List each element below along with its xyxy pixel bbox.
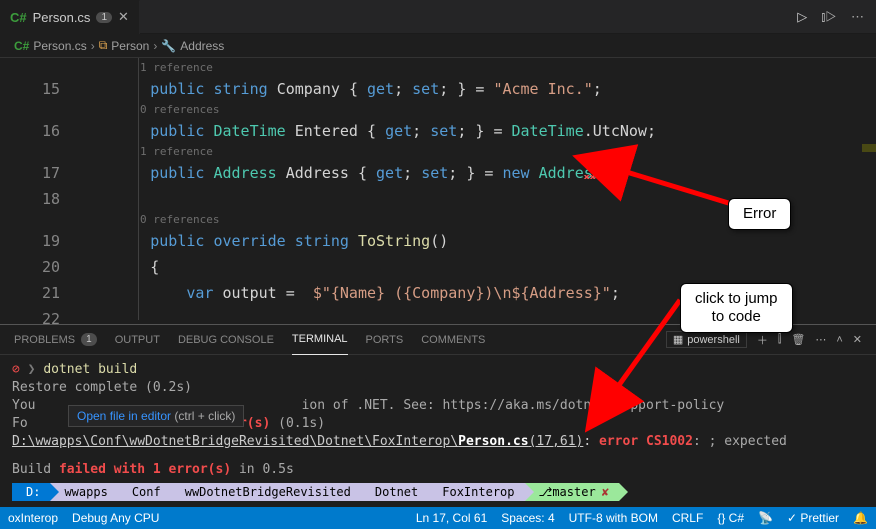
terminal-line: Build failed with 1 error(s) in 0.5s — [12, 461, 864, 479]
line-number: 21 — [0, 280, 78, 306]
code-line[interactable]: public string Company { get; set; } = "A… — [78, 76, 876, 102]
annotation-error: Error — [728, 198, 791, 230]
chevron-right-icon: › — [153, 39, 157, 53]
powerline-prompt: D: wwapps Conf wwDotnetBridgeRevisited D… — [12, 483, 864, 501]
panel-actions: ▦ powershell ＋ ⫿ 🗑 ⋯ ˄ ✕ — [666, 331, 862, 348]
tab-debug-console[interactable]: DEBUG CONSOLE — [178, 334, 274, 346]
code-content[interactable]: 1 reference public string Company { get;… — [78, 58, 876, 320]
pw-seg: Dotnet — [361, 483, 428, 501]
pw-seg: wwapps — [50, 483, 117, 501]
line-number: 19 — [0, 228, 78, 254]
status-encoding[interactable]: UTF-8 with BOM — [569, 511, 658, 525]
csharp-file-icon: C# — [10, 10, 27, 25]
chevron-right-icon: › — [91, 39, 95, 53]
file-link-tooltip: Open file in editor (ctrl + click) — [68, 405, 244, 427]
kill-terminal-icon[interactable]: 🗑 — [791, 333, 805, 346]
line-number: 18 — [0, 186, 78, 212]
code-line[interactable]: { — [78, 254, 876, 280]
tab-strip: C# Person.cs 1 ✕ ▷ ⫾▷ ⋯ — [0, 0, 876, 34]
status-eol[interactable]: CRLF — [672, 511, 703, 525]
terminal-picker[interactable]: ▦ powershell — [666, 331, 747, 348]
class-icon: ⧉ — [99, 38, 108, 53]
tab-output[interactable]: OUTPUT — [115, 334, 160, 346]
code-line[interactable]: public Address Address { get; set; } = n… — [78, 160, 876, 186]
line-number: 17 — [0, 160, 78, 186]
code-line[interactable]: public override string ToString() — [78, 228, 876, 254]
tab-ports[interactable]: PORTS — [366, 334, 404, 346]
line-number: 15 — [0, 76, 78, 102]
editor-tab[interactable]: C# Person.cs 1 ✕ — [0, 0, 140, 34]
code-line[interactable]: public DateTime Entered { get; set; } = … — [78, 118, 876, 144]
tab-dirty-badge: 1 — [96, 12, 112, 23]
more-icon[interactable]: ⋯ — [815, 333, 826, 346]
codelens[interactable]: 1 reference — [78, 144, 876, 160]
status-radio-icon[interactable]: 📡 — [758, 511, 773, 525]
new-terminal-icon[interactable]: ＋ — [757, 332, 768, 348]
indent-guide — [138, 58, 139, 320]
tab-comments[interactable]: COMMENTS — [421, 334, 485, 346]
pw-seg: FoxInterop — [428, 483, 524, 501]
pw-seg: wwDotnetBridgeRevisited — [171, 483, 361, 501]
breadcrumb-class[interactable]: Person — [111, 39, 149, 53]
tab-filename: Person.cs — [33, 10, 91, 25]
editor-title-actions: ▷ ⫾▷ ⋯ — [797, 9, 876, 25]
tab-problems[interactable]: PROBLEMS1 — [14, 333, 97, 346]
pw-branch: ⎇master✘ — [525, 483, 619, 501]
line-number: 16 — [0, 118, 78, 144]
status-bar: oxInterop Debug Any CPU Ln 17, Col 61 Sp… — [0, 507, 876, 529]
annotation-jump: click to jump to code — [680, 283, 793, 333]
tab-terminal[interactable]: TERMINAL — [292, 325, 348, 355]
terminal-command: dotnet build — [43, 362, 137, 377]
breadcrumb-file[interactable]: Person.cs — [33, 39, 86, 53]
status-config[interactable]: Debug Any CPU — [72, 511, 159, 525]
status-bell-icon[interactable]: 🔔 — [853, 511, 868, 525]
terminal-line: Restore complete (0.2s) — [12, 379, 864, 397]
maximize-panel-icon[interactable]: ˄ — [836, 334, 842, 346]
terminal[interactable]: ⊘ ❯ dotnet build Restore complete (0.2s)… — [0, 355, 876, 507]
codelens[interactable]: 1 reference — [78, 60, 876, 76]
status-language[interactable]: {} C# — [717, 511, 744, 525]
split-terminal-icon[interactable]: ⫿ — [778, 333, 782, 346]
codelens[interactable]: 0 references — [78, 102, 876, 118]
error-icon: ⊘ — [12, 362, 20, 377]
code-editor[interactable]: 15 16 17 18 19 20 21 22 23 1 reference p… — [0, 58, 876, 320]
breadcrumb[interactable]: C# Person.cs › ⧉ Person › 🔧 Address — [0, 34, 876, 58]
line-gutter: 15 16 17 18 19 20 21 22 23 — [0, 58, 78, 320]
terminal-error-line[interactable]: D:\wwapps\Conf\wwDotnetBridgeRevisited\D… — [12, 433, 864, 451]
pw-drive: D: — [12, 483, 50, 501]
close-panel-icon[interactable]: ✕ — [853, 333, 862, 346]
status-cursor[interactable]: Ln 17, Col 61 — [416, 511, 487, 525]
status-spaces[interactable]: Spaces: 4 — [501, 511, 554, 525]
file-link[interactable]: D:\wwapps\Conf\wwDotnetBridgeRevisited\D… — [12, 434, 583, 449]
wrench-icon: 🔧 — [161, 39, 176, 53]
run-icon[interactable]: ▷ — [797, 9, 807, 25]
status-prettier[interactable]: ✓ Prettier — [787, 511, 839, 525]
status-project[interactable]: oxInterop — [8, 511, 58, 525]
line-number: 20 — [0, 254, 78, 280]
csharp-file-icon: C# — [14, 39, 29, 53]
breadcrumb-member[interactable]: Address — [180, 39, 224, 53]
tab-close-icon[interactable]: ✕ — [118, 9, 129, 25]
minimap[interactable] — [862, 58, 876, 320]
error-squiggle — [584, 175, 596, 179]
run-split-icon[interactable]: ⫾▷ — [821, 9, 837, 25]
prompt-icon: ❯ — [28, 362, 36, 377]
more-actions-icon[interactable]: ⋯ — [851, 9, 864, 25]
